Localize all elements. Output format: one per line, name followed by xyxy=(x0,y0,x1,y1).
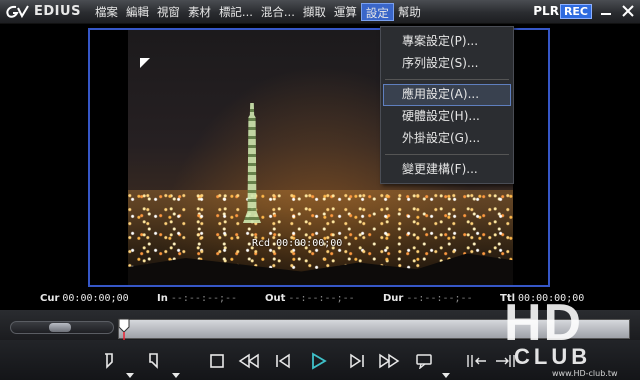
ttl-value: 00:00:00;00 xyxy=(518,293,585,304)
stop-button[interactable] xyxy=(206,350,228,372)
dur-label: Dur xyxy=(383,293,404,304)
menu-separator xyxy=(385,154,509,155)
insert-to-timeline-button[interactable] xyxy=(466,350,488,372)
shuttle-slider[interactable] xyxy=(10,321,114,334)
dur-value: --:--:--;-- xyxy=(406,293,473,304)
plr-mode-label[interactable]: PLR xyxy=(533,4,559,18)
chevron-down-icon[interactable] xyxy=(172,364,180,378)
menu-item-change-profile[interactable]: 變更建構(F)... xyxy=(383,159,511,181)
playhead-marker-icon[interactable] xyxy=(118,318,130,340)
timecode-bar: Cur 00:00:00;00 In --:--:--;-- Out --:--:--… xyxy=(0,290,640,308)
cur-value: 00:00:00;00 xyxy=(62,293,129,304)
dur-timecode: Dur --:--:--;-- xyxy=(383,293,473,304)
in-timecode: In --:--:--;-- xyxy=(157,293,237,304)
menu-clip[interactable]: 素材 xyxy=(184,3,215,21)
edius-logo-icon xyxy=(0,0,34,24)
ttl-timecode: Ttl 00:00:00;00 xyxy=(500,293,584,304)
menubar: EDIUS 檔案 編輯 視窗 素材 標記... 混合... 擷取 運算 設定 幫… xyxy=(0,0,640,24)
menu-file[interactable]: 檔案 xyxy=(91,3,122,21)
rec-mode-label[interactable]: REC xyxy=(559,3,592,19)
menu-item-plugin-settings[interactable]: 外掛設定(G)... xyxy=(383,128,511,150)
rewind-button[interactable] xyxy=(238,350,260,372)
menu-item-application-settings[interactable]: 應用設定(A)... xyxy=(383,84,511,106)
loop-playback-button[interactable] xyxy=(413,350,435,372)
ttl-label: Ttl xyxy=(500,293,516,304)
scrub-row xyxy=(0,310,640,340)
settings-dropdown-menu: 專案設定(P)... 序列設定(S)... 應用設定(A)... 硬體設定(H)… xyxy=(380,26,514,184)
menu-separator xyxy=(385,79,509,80)
menu-item-sequence-settings[interactable]: 序列設定(S)... xyxy=(383,53,511,75)
set-in-point-button[interactable] xyxy=(98,350,120,372)
cur-timecode: Cur 00:00:00;00 xyxy=(40,293,129,304)
mode-switch[interactable]: PLR REC xyxy=(533,3,592,19)
fast-forward-button[interactable] xyxy=(378,350,400,372)
in-label: In xyxy=(157,293,168,304)
menu-item-project-settings[interactable]: 專案設定(P)... xyxy=(383,31,511,53)
shuttle-knob[interactable] xyxy=(49,323,71,332)
app-name: EDIUS xyxy=(34,4,81,19)
menu-help[interactable]: 幫助 xyxy=(394,3,425,21)
menu-item-hardware-settings[interactable]: 硬體設定(H)... xyxy=(383,106,511,128)
step-back-button[interactable] xyxy=(272,350,294,372)
cur-label: Cur xyxy=(40,293,60,304)
menu-view[interactable]: 視窗 xyxy=(153,3,184,21)
position-slider[interactable] xyxy=(118,319,630,339)
menu-render[interactable]: 運算 xyxy=(330,3,361,21)
play-button[interactable] xyxy=(308,350,330,372)
step-forward-button[interactable] xyxy=(346,350,368,372)
transport-controls xyxy=(0,340,640,380)
viewer-area: Rcd 00:00:00;00 xyxy=(0,25,640,290)
menu-mixer[interactable]: 混合... xyxy=(257,3,299,21)
menu-marker[interactable]: 標記... xyxy=(215,3,257,21)
safe-area-corner-icon xyxy=(140,58,150,68)
menu-settings[interactable]: 設定 xyxy=(360,2,394,21)
overlay-timecode: Rcd 00:00:00;00 xyxy=(252,238,343,249)
minimize-icon[interactable] xyxy=(598,3,614,19)
out-timecode: Out --:--:--;-- xyxy=(265,293,355,304)
chevron-down-icon[interactable] xyxy=(126,364,134,378)
overwrite-to-timeline-button[interactable] xyxy=(494,350,516,372)
menu-capture[interactable]: 擷取 xyxy=(299,3,330,21)
set-out-point-button[interactable] xyxy=(142,350,164,372)
close-icon[interactable] xyxy=(620,3,636,19)
menu-edit[interactable]: 編輯 xyxy=(122,3,153,21)
out-label: Out xyxy=(265,293,286,304)
out-value: --:--:--;-- xyxy=(288,293,355,304)
window-controls: PLR REC xyxy=(533,3,636,19)
chevron-down-icon[interactable] xyxy=(442,364,450,378)
in-value: --:--:--;-- xyxy=(170,293,238,304)
